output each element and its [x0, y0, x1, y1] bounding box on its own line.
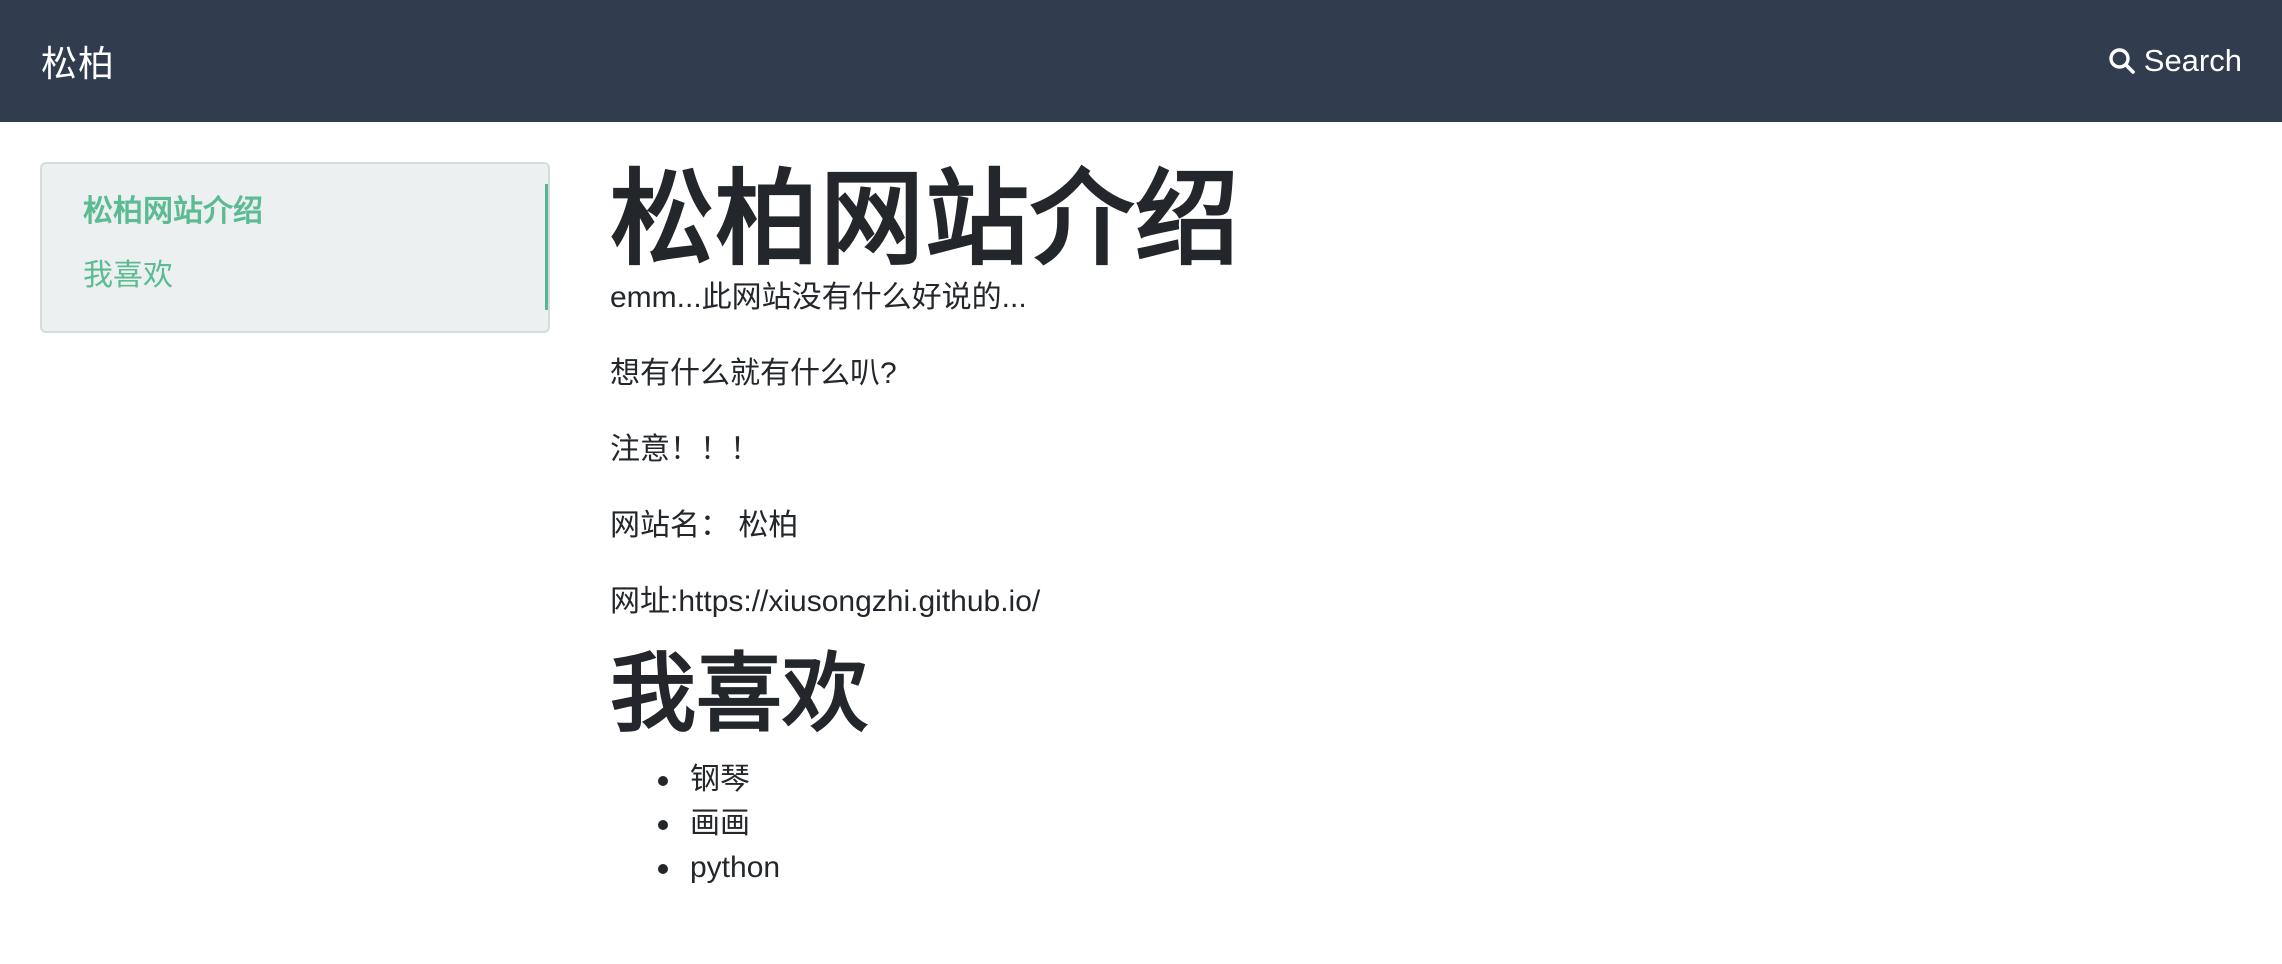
search-icon: [2108, 47, 2136, 75]
likes-list: 钢琴 画画 python: [610, 758, 2210, 890]
paragraph-notice: 注意！！！: [610, 433, 760, 466]
section-title-likes: 我喜欢: [610, 646, 868, 742]
paragraph-intro: emm...此网站没有什么好说的...: [610, 281, 1027, 314]
toc-item-likes[interactable]: 我喜欢: [83, 258, 548, 294]
search-label: Search: [2143, 43, 2242, 78]
paragraph-site-name: 网站名： 松柏: [610, 509, 799, 542]
toc-active-indicator: [545, 184, 548, 310]
top-navbar: 松柏 Search: [0, 0, 2282, 122]
paragraph-site-url: 网址:https://xiusongzhi.github.io/: [610, 585, 1041, 618]
site-brand-link[interactable]: 松柏: [41, 35, 115, 87]
list-item: 画画: [658, 802, 2210, 846]
toc-item-intro[interactable]: 松柏网站介绍: [83, 194, 548, 230]
list-item: 钢琴: [658, 758, 2210, 802]
paragraph-wish: 想有什么就有什么叭?: [610, 357, 897, 390]
page-title: 松柏网站介绍: [610, 162, 1241, 278]
list-item: python: [658, 846, 2210, 890]
main-content: 松柏网站介绍 emm...此网站没有什么好说的... 想有什么就有什么叭? 注意…: [610, 160, 2210, 890]
search-button[interactable]: Search: [2108, 43, 2242, 79]
table-of-contents: 松柏网站介绍 我喜欢: [40, 162, 550, 333]
